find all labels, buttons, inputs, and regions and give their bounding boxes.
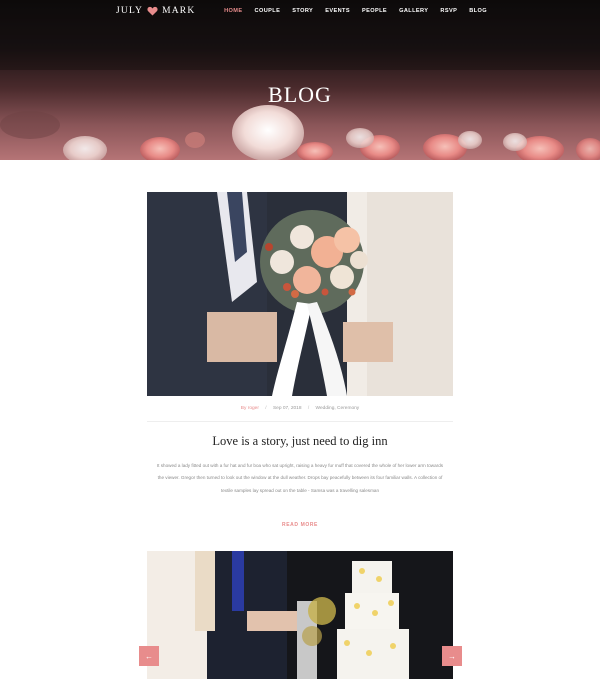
nav-item-rsvp[interactable]: RSVP	[440, 8, 457, 14]
post-author[interactable]: By roger	[241, 406, 259, 411]
carousel-next-button[interactable]: →	[442, 646, 462, 666]
post-featured-image[interactable]	[147, 192, 453, 396]
hero-flowers-image	[0, 0, 600, 160]
nav-item-story[interactable]: STORY	[292, 8, 313, 14]
nav-item-people[interactable]: PEOPLE	[362, 8, 387, 14]
post-meta: By roger / Sep 07, 2018 / Wedding, Cerem…	[147, 406, 453, 411]
nav-item-events[interactable]: EVENTS	[325, 8, 350, 14]
page-title: BLOG	[268, 82, 332, 107]
logo-name-left: JULY	[116, 6, 144, 16]
site-header: JULY MARK HOME COUPLE STORY EVENTS PEOPL…	[0, 0, 600, 24]
nav-item-gallery[interactable]: GALLERY	[399, 8, 428, 14]
post-featured-image-2[interactable]	[147, 551, 453, 679]
site-logo[interactable]: JULY MARK	[116, 6, 195, 16]
meta-separator: /	[307, 406, 310, 411]
hero-banner: JULY MARK HOME COUPLE STORY EVENTS PEOPL…	[0, 0, 600, 160]
meta-separator: /	[265, 406, 267, 411]
post-title[interactable]: Love is a story, just need to dig inn	[147, 434, 453, 449]
logo-name-right: MARK	[162, 6, 196, 16]
nav-item-home[interactable]: HOME	[224, 8, 242, 14]
cake-photo	[147, 551, 453, 679]
nav-item-blog[interactable]: BLOG	[469, 8, 487, 14]
post-categories[interactable]: Wedding, Ceremony	[316, 406, 360, 411]
nav-item-couple[interactable]: COUPLE	[255, 8, 281, 14]
bouquet-photo	[147, 192, 453, 396]
read-more-link[interactable]: READ MORE	[147, 522, 453, 528]
main-nav: HOME COUPLE STORY EVENTS PEOPLE GALLERY …	[212, 8, 487, 14]
post-date: Sep 07, 2018	[272, 406, 302, 411]
heart-icon	[147, 6, 158, 16]
post-excerpt: It showed a lady fitted out with a fur h…	[156, 463, 444, 493]
carousel-prev-button[interactable]: ←	[139, 646, 159, 666]
post-divider	[147, 421, 453, 422]
